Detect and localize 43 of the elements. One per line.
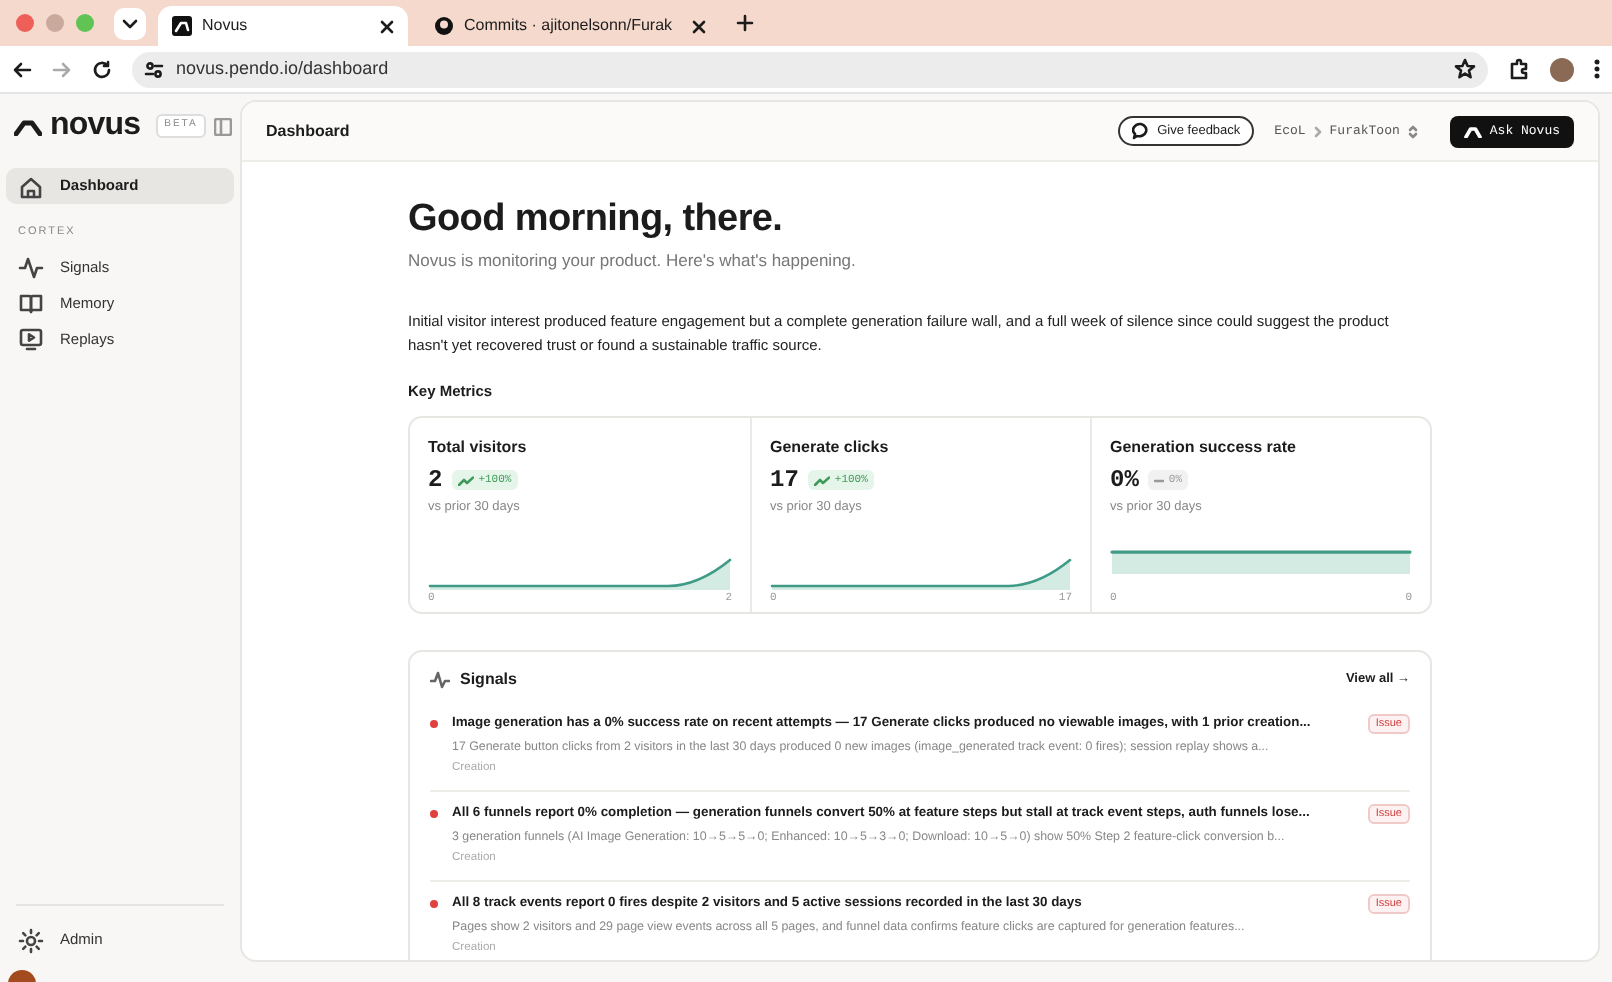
chevron-right-icon (1313, 125, 1322, 137)
reload-icon[interactable] (92, 59, 112, 79)
browser-tab[interactable]: Novus (158, 6, 408, 46)
star-icon[interactable] (1454, 58, 1476, 80)
address-bar[interactable]: novus.pendo.io/dashboard (132, 51, 1488, 87)
chevron-up-down-icon[interactable] (1407, 123, 1418, 139)
pulse-icon (430, 670, 450, 690)
close-icon[interactable] (692, 19, 706, 33)
greeting-subtitle: Novus is monitoring your product. Here's what's happening. (408, 248, 858, 274)
back-icon[interactable] (12, 59, 32, 79)
novus-logo-icon (1463, 125, 1482, 137)
brand-name: novus (50, 110, 141, 142)
chevron-down-icon (122, 17, 138, 29)
metric-value: 17 (770, 466, 799, 494)
novus-logo-icon (172, 16, 192, 36)
settings-icon (18, 927, 44, 953)
novus-logo-icon (14, 117, 42, 135)
url-text: novus.pendo.io/dashboard (176, 55, 391, 82)
pulse-icon (18, 253, 44, 280)
book-icon (18, 289, 44, 316)
screen-play-icon (18, 325, 44, 352)
browser-tab[interactable]: Commits · ajitonelsonn/Furak (420, 6, 720, 46)
metric-value: 0% (1110, 466, 1139, 494)
metric-label: Generation success rate (1110, 436, 1298, 460)
more-icon[interactable] (1594, 58, 1600, 80)
home-icon (18, 173, 44, 199)
puzzle-icon[interactable] (1508, 58, 1530, 80)
section-heading: Signals (460, 668, 517, 692)
plus-icon[interactable] (736, 14, 754, 32)
close-icon[interactable] (380, 19, 394, 33)
sidebar-toggle-icon[interactable] (213, 117, 232, 135)
speech-bubble-icon (1131, 122, 1150, 140)
tab-search-button[interactable] (114, 7, 146, 39)
profile-avatar[interactable] (1550, 57, 1574, 81)
site-settings-icon (144, 59, 164, 79)
trend-up-icon (814, 475, 831, 485)
metric-label: Generate clicks (770, 436, 891, 460)
trend-up-icon (458, 475, 475, 485)
dash-icon (1154, 475, 1165, 485)
metric-value: 2 (428, 466, 443, 494)
page-title: Dashboard (266, 119, 350, 143)
greeting-heading: Good morning, there. (408, 196, 785, 244)
metric-label: Total visitors (428, 436, 529, 460)
